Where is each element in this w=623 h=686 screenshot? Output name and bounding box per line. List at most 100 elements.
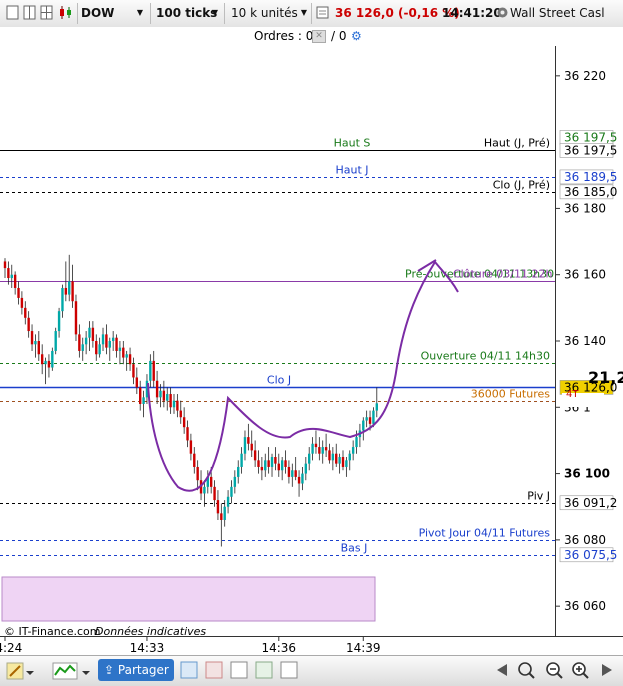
x-tick-label: 14:24: [0, 641, 22, 655]
y-tick-label: 36 060: [564, 599, 606, 613]
scroll-right-icon[interactable]: [598, 661, 616, 683]
level-label: Haut J: [335, 164, 368, 177]
price-tag-label: 36 185,0: [564, 185, 617, 199]
candle-body: [186, 427, 189, 441]
tool-icon-2[interactable]: [205, 661, 223, 683]
candle-body: [291, 470, 294, 477]
candle-body: [182, 417, 186, 428]
pencil-icon[interactable]: [6, 661, 42, 685]
candle-body: [314, 443, 318, 448]
price-chart[interactable]: Haut S Haut (J, Pré)Haut JClo (J, Pré)Pré…: [0, 46, 623, 655]
candle-body: [34, 341, 37, 345]
candle-body: [172, 400, 176, 408]
candle-body: [27, 317, 30, 332]
candle-body: [142, 397, 145, 404]
candle-body: [277, 463, 280, 471]
chevron-down-icon: ▼: [136, 8, 143, 17]
symbol-select[interactable]: DOW ▼: [81, 3, 147, 23]
level-label: Piv J: [527, 490, 550, 503]
split-view-icon[interactable]: [23, 5, 36, 20]
units-select[interactable]: 10 k unités ▼: [231, 3, 309, 23]
candle-body: [335, 453, 338, 464]
level-label: Pivot Jour 04/11 Futures: [419, 527, 551, 540]
chevron-down-icon: ▼: [300, 8, 307, 17]
candlestick-type-icon[interactable]: [59, 5, 72, 20]
candle-body: [44, 360, 47, 365]
orders-gear-icon[interactable]: ⚙: [351, 29, 362, 43]
candle-body: [91, 327, 95, 341]
candle-body: [68, 281, 71, 295]
orders-label: Ordres : 0: [254, 29, 314, 43]
candle-body: [169, 394, 172, 408]
candle-body: [10, 274, 13, 279]
candle-body: [243, 437, 247, 454]
candle-body: [301, 473, 304, 484]
level-label: Bas J: [341, 542, 368, 555]
quote-panel-icon[interactable]: [316, 5, 329, 20]
candle-body: [98, 344, 101, 355]
candle-body: [348, 453, 351, 461]
candle-body: [105, 334, 108, 348]
cancel-orders-icon[interactable]: ✕: [312, 30, 326, 43]
candle-body: [74, 301, 78, 335]
tool-icon-3[interactable]: [230, 661, 248, 683]
candle-body: [297, 476, 301, 484]
candle-body: [13, 274, 17, 288]
candle-body: [179, 410, 182, 418]
y-tick-label: 36 080: [564, 533, 606, 547]
candle-body: [139, 387, 142, 404]
candle-body: [230, 486, 233, 497]
grid-view-icon[interactable]: [40, 5, 53, 20]
candle-body: [341, 457, 345, 467]
candle-body: [247, 437, 250, 444]
candle-body: [209, 476, 213, 487]
level-label: Haut S: [334, 137, 371, 150]
tool-icon-1[interactable]: [180, 661, 198, 683]
candle-body: [47, 360, 51, 368]
candle-body: [20, 297, 24, 308]
candle-body: [237, 466, 240, 477]
candle-body: [223, 506, 226, 520]
watermark-note: Données indicatives: [95, 625, 206, 638]
orders-bar: Ordres : 0 ✕ / 0 ⚙: [0, 27, 623, 46]
toolbar: DOW ▼ 100 ticks ▼ 10 k unités ▼ 36 126,0 (-…: [0, 0, 623, 28]
level-label: Ouverture 04/11 14h30: [421, 350, 550, 363]
candle-body: [95, 341, 98, 355]
candle-body: [152, 360, 155, 381]
tool-icon-5[interactable]: [280, 661, 298, 683]
scroll-left-icon[interactable]: [493, 661, 511, 683]
single-view-icon[interactable]: [6, 5, 19, 20]
candle-body: [233, 476, 237, 487]
settings-icon[interactable]: [496, 5, 509, 20]
candle-body: [3, 261, 7, 269]
candle-body: [122, 347, 125, 358]
fit-icon[interactable]: [517, 661, 535, 683]
zoom-in-icon[interactable]: [571, 661, 589, 683]
candle-body: [37, 341, 40, 355]
price-tag-label: 36 075,5: [564, 548, 617, 562]
candle-body: [280, 460, 284, 471]
candle-body: [372, 410, 375, 424]
candle-body: [81, 344, 84, 351]
candle-body: [287, 466, 291, 477]
candle-body: [355, 437, 358, 448]
share-icon: ⇪: [104, 663, 115, 677]
tool-icon-4[interactable]: [255, 661, 273, 683]
candle-body: [250, 443, 253, 451]
candle-body: [220, 513, 223, 520]
indicator-icon[interactable]: [52, 661, 92, 685]
share-button[interactable]: ⇪ Partager: [98, 659, 174, 681]
ticks-select[interactable]: 100 ticks ▼: [156, 3, 222, 23]
zoom-out-icon[interactable]: [545, 661, 563, 683]
chevron-down-icon: ▼: [211, 8, 218, 17]
candle-body: [193, 453, 196, 467]
candle-body: [128, 354, 132, 365]
candle-body: [324, 447, 328, 451]
candle-body: [331, 453, 335, 461]
x-tick-label: 14:33: [130, 641, 165, 655]
level-label: 36000 Futures: [471, 388, 551, 401]
candle-body: [304, 463, 308, 474]
price-tag-label: 36 189,5: [564, 170, 617, 184]
candle-body: [88, 327, 91, 338]
y-tick-label: 36 100: [564, 467, 610, 481]
